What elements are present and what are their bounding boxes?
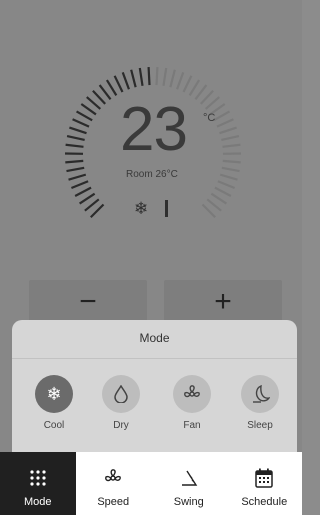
calendar-icon [227,466,303,490]
dial-tick [201,203,217,219]
dial-tick [98,84,112,101]
dial-tick [66,166,85,173]
mode-option-fan[interactable]: Fan [164,375,220,431]
dial-tick [188,79,201,96]
dial-tick [213,110,230,122]
room-temperature: Room 26°C [126,169,178,180]
mode-option-label: Cool [43,420,65,431]
dial-tick [216,118,234,128]
set-temperature: 23 [120,95,188,164]
mode-option-dry[interactable]: Dry [93,375,149,431]
temperature-unit: °C [203,112,216,124]
dial-tick [206,198,222,212]
dial-tick [72,118,90,128]
snowflake-icon: ❄ [134,199,149,218]
mode-option-sleep[interactable]: Sleep [232,375,288,431]
dial-tick [66,134,85,141]
dial-tick [194,84,208,101]
dial-tick [80,103,97,116]
dial-tick [89,203,105,219]
tab-label: Mode [23,496,52,508]
dial-tick [76,110,93,122]
mode-sheet: Mode ❄ Cool Dry Fan Sleep [12,320,297,452]
bottom-tab-bar: Mode Speed Swing Schedule [0,452,302,515]
dial-tick [147,67,151,86]
dial-tick [222,159,241,164]
tab-speed[interactable]: Speed [76,452,152,515]
dial-tick [86,96,102,110]
dial-tick [130,69,137,88]
dial-tick [219,173,238,181]
dial-tick [79,192,96,205]
dial-tick [204,96,220,110]
dial-tick [65,143,84,148]
fan-icon [76,466,152,490]
dial-tick [155,67,159,86]
tab-schedule[interactable]: Schedule [227,452,303,515]
dial-tick [69,126,87,135]
tab-label: Speed [97,496,130,508]
dial-tick [121,71,130,90]
dial-tick [221,134,240,141]
dial-tick [222,143,241,148]
moon-icon [241,375,279,413]
dial-tick [74,186,92,197]
mode-option-label: Sleep [247,420,273,431]
grid-icon [0,466,76,490]
dial-tick [214,186,232,197]
dial-tick [65,159,84,164]
tab-swing[interactable]: Swing [151,452,227,515]
dial-tick [68,173,87,181]
dial-tick [138,67,144,86]
current-mode-indicator: ❄ [134,199,174,219]
dial-tick [221,166,240,173]
dial-tick [200,89,214,105]
mode-sheet-title: Mode [12,320,297,359]
mode-option-cool[interactable]: ❄ Cool [26,375,82,431]
dial-tick [217,180,235,190]
tab-mode[interactable]: Mode [0,452,76,515]
dial-tick [176,71,185,90]
mode-option-label: Dry [113,420,129,431]
snowflake-icon: ❄ [35,375,73,413]
swing-icon [151,466,227,490]
tab-label: Schedule [241,496,288,508]
dial-tick [169,69,176,88]
mode-option-label: Fan [183,420,201,431]
dial-tick [84,198,100,212]
dial-tick [162,67,168,86]
fan-icon [173,375,211,413]
dial-tick [92,89,106,105]
tab-label: Swing [173,496,204,508]
dial-tick [105,79,118,96]
dial-tick [182,75,193,93]
dial-tick [71,180,89,190]
droplet-icon [102,375,140,413]
dial-tick [219,126,237,135]
dial-tick [210,192,227,205]
dial-tick [113,75,124,93]
power-indicator-bar [165,200,168,217]
